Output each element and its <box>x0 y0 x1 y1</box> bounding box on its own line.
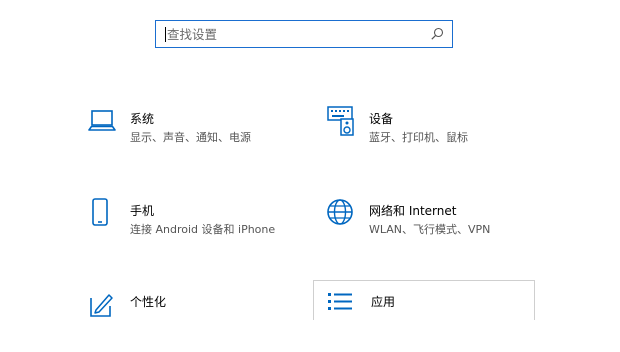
app-list-icon <box>328 293 352 310</box>
tile-devices[interactable]: 设备 蓝牙、打印机、鼠标 <box>327 106 547 166</box>
tile-apps[interactable]: 应用 <box>327 292 547 352</box>
keyboard-speaker-icon <box>327 106 354 136</box>
search-icon <box>431 27 444 40</box>
laptop-icon <box>88 110 116 131</box>
tile-phone[interactable]: 手机 连接 Android 设备和 iPhone <box>88 198 308 258</box>
phone-icon <box>92 198 108 226</box>
tile-devices-desc: 蓝牙、打印机、鼠标 <box>369 131 468 144</box>
tile-devices-title: 设备 <box>369 112 394 126</box>
tile-network-title: 网络和 Internet <box>369 204 457 218</box>
tile-phone-desc: 连接 Android 设备和 iPhone <box>130 223 276 236</box>
search-input[interactable] <box>167 25 417 43</box>
tile-system-desc: 显示、声音、通知、电源 <box>130 131 251 144</box>
text-caret <box>165 27 166 42</box>
search-box[interactable] <box>155 20 453 48</box>
tile-apps-title: 应用 <box>371 295 396 309</box>
tile-phone-title: 手机 <box>130 204 155 218</box>
tile-network-desc: WLAN、飞行模式、VPN <box>369 223 491 236</box>
tile-personalization-title: 个性化 <box>130 295 167 309</box>
tile-personalization[interactable]: 个性化 <box>88 292 308 352</box>
tile-system[interactable]: 系统 显示、声音、通知、电源 <box>88 106 308 166</box>
tile-system-title: 系统 <box>130 112 155 126</box>
tile-network[interactable]: 网络和 Internet WLAN、飞行模式、VPN <box>327 198 547 258</box>
pen-tablet-icon <box>90 294 113 317</box>
globe-icon <box>327 199 353 225</box>
